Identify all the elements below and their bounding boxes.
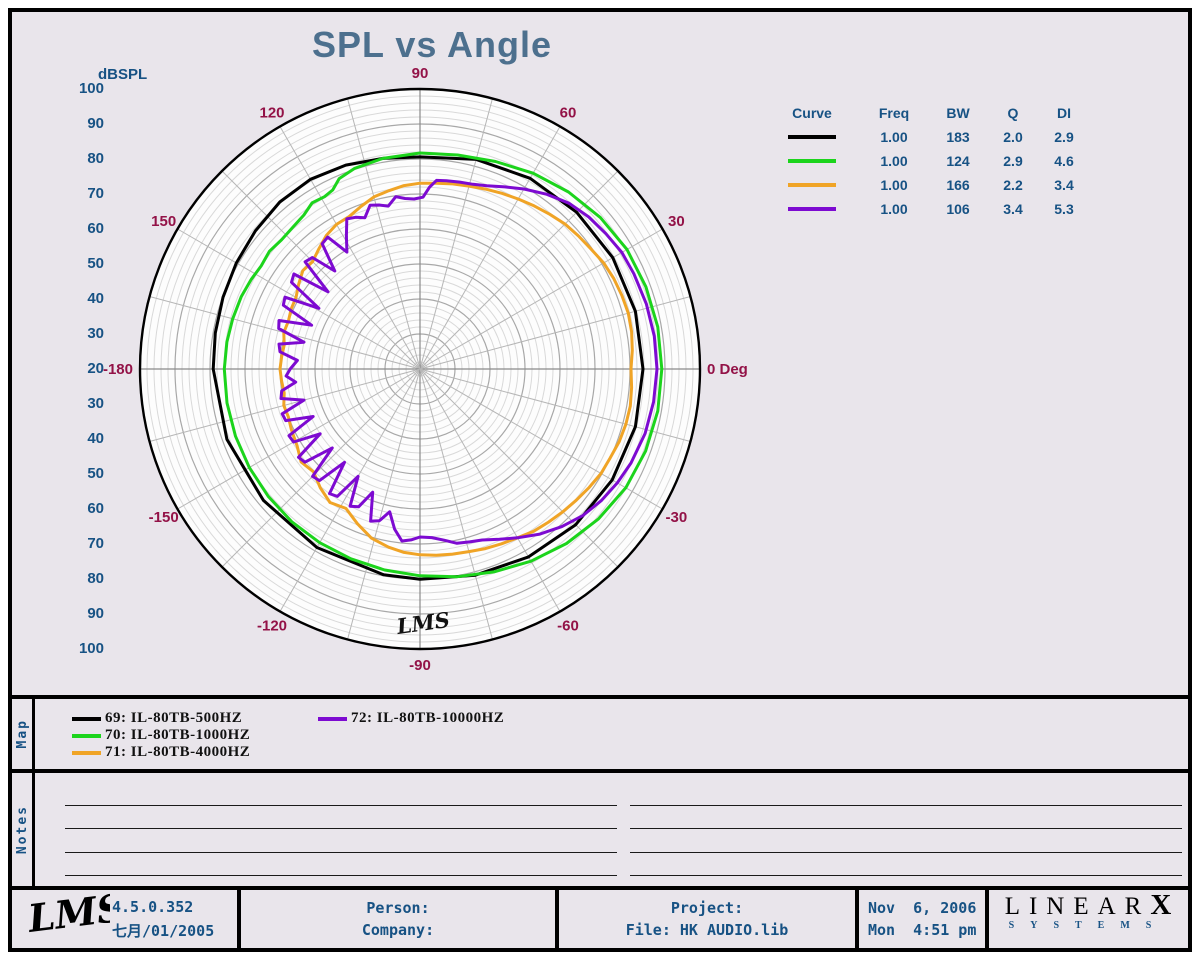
footer-date: Nov 6, 2006 — [868, 899, 985, 917]
legend-value: 1.00 — [856, 153, 932, 169]
polar-plot: 9060300 Deg-30-60-90-120-150-180150120LM… — [90, 39, 750, 695]
legend-header: DI — [1042, 105, 1086, 121]
legend-row: 1.001063.45.3 — [768, 197, 1098, 221]
legend-table: CurveFreqBWQDI1.001832.02.91.001242.94.6… — [768, 101, 1098, 221]
datetime-cell: Nov 6, 2006 Mon 4:51 pm — [868, 890, 985, 948]
map-swatch — [72, 717, 101, 721]
legend-swatch-cell — [768, 135, 856, 139]
legend-value: 1.00 — [856, 177, 932, 193]
angle-label-60: 60 — [560, 105, 577, 122]
map-item: 72: IL-80TB-10000HZ — [351, 710, 504, 727]
version-text: 4.5.0.352 — [112, 898, 193, 916]
company-label: Company: — [241, 921, 555, 939]
lms-logo: LMS — [18, 892, 110, 946]
note-line — [630, 852, 1182, 853]
legend-swatch-cell — [768, 183, 856, 187]
legend-value: 1.00 — [856, 129, 932, 145]
person-label: Person: — [241, 899, 555, 917]
legend-header: BW — [932, 105, 984, 121]
note-line — [630, 805, 1182, 806]
note-line — [65, 805, 617, 806]
angle-label-120: 120 — [259, 105, 284, 122]
legend-header: Curve — [768, 105, 856, 121]
linearx-wordmark: LINEARX — [992, 892, 1184, 920]
angle-label--60: -60 — [557, 617, 579, 634]
legend-header: Q — [984, 105, 1042, 121]
version-date: 七月/01/2005 — [112, 920, 214, 941]
angle-label-150: 150 — [151, 213, 176, 230]
legend-value: 5.3 — [1042, 201, 1086, 217]
legend-swatch — [788, 159, 836, 163]
map-label: Map — [15, 719, 30, 748]
legend-swatch-cell — [768, 207, 856, 211]
legend-value: 124 — [932, 153, 984, 169]
note-line — [65, 852, 617, 853]
legend-value: 4.6 — [1042, 153, 1086, 169]
project-label: Project: — [559, 899, 855, 917]
legend-swatch-cell — [768, 159, 856, 163]
angle-label--120: -120 — [257, 617, 287, 634]
legend-value: 183 — [932, 129, 984, 145]
legend-header: Freq — [856, 105, 932, 121]
footer-divider — [985, 890, 989, 948]
map-swatch — [318, 717, 347, 721]
map-item: 70: IL-80TB-1000HZ — [105, 727, 250, 744]
note-line — [65, 828, 617, 829]
linearx-logo: LINEARX SYSTEMS — [992, 892, 1184, 931]
angle-label--150: -150 — [149, 509, 179, 526]
map-item: 71: IL-80TB-4000HZ — [105, 744, 250, 761]
legend-value: 3.4 — [1042, 177, 1086, 193]
map-section: Map 69: IL-80TB-500HZ70: IL-80TB-1000HZ7… — [12, 699, 1188, 769]
map-item: 69: IL-80TB-500HZ — [105, 710, 242, 727]
note-line — [65, 875, 617, 876]
legend-swatch — [788, 135, 836, 139]
note-line — [630, 875, 1182, 876]
legend-swatch — [788, 183, 836, 187]
angle-label--90: -90 — [409, 657, 431, 674]
map-swatch — [72, 751, 101, 755]
project-cell: Project: File: HK AUDIO.lib — [559, 890, 855, 948]
legend-value: 1.00 — [856, 201, 932, 217]
legend-value: 2.2 — [984, 177, 1042, 193]
file-label: File: HK AUDIO.lib — [559, 921, 855, 939]
angle-label--30: -30 — [665, 509, 687, 526]
report-frame: SPL vs Angle dBSPL 100908070605040302030… — [8, 8, 1192, 952]
angle-label--180: -180 — [103, 361, 133, 378]
linearx-x: X — [1150, 889, 1171, 921]
legend-value: 2.0 — [984, 129, 1042, 145]
footer-divider — [855, 890, 859, 948]
angle-label-0 Deg: 0 Deg — [707, 361, 748, 378]
notes-label-cell: Notes — [12, 773, 35, 886]
legend-value: 3.4 — [984, 201, 1042, 217]
linearx-systems: SYSTEMS — [992, 920, 1184, 931]
legend-row: 1.001832.02.9 — [768, 125, 1098, 149]
footer-time: Mon 4:51 pm — [868, 921, 985, 939]
legend-value: 166 — [932, 177, 984, 193]
map-label-cell: Map — [12, 699, 35, 769]
angle-label-30: 30 — [668, 213, 685, 230]
legend-row: 1.001662.23.4 — [768, 173, 1098, 197]
map-swatch — [72, 734, 101, 738]
notes-section: Notes — [12, 773, 1188, 886]
svg-text:LMS: LMS — [25, 892, 110, 941]
legend-row: 1.001242.94.6 — [768, 149, 1098, 173]
legend-header-row: CurveFreqBWQDI — [768, 101, 1098, 125]
legend-value: 106 — [932, 201, 984, 217]
angle-label-90: 90 — [412, 65, 429, 82]
notes-label: Notes — [15, 805, 30, 854]
legend-swatch — [788, 207, 836, 211]
legend-value: 2.9 — [984, 153, 1042, 169]
legend-value: 2.9 — [1042, 129, 1086, 145]
person-cell: Person: Company: — [241, 890, 555, 948]
footer-bar: LMS 4.5.0.352 七月/01/2005 Person: Company… — [12, 890, 1188, 948]
note-line — [630, 828, 1182, 829]
